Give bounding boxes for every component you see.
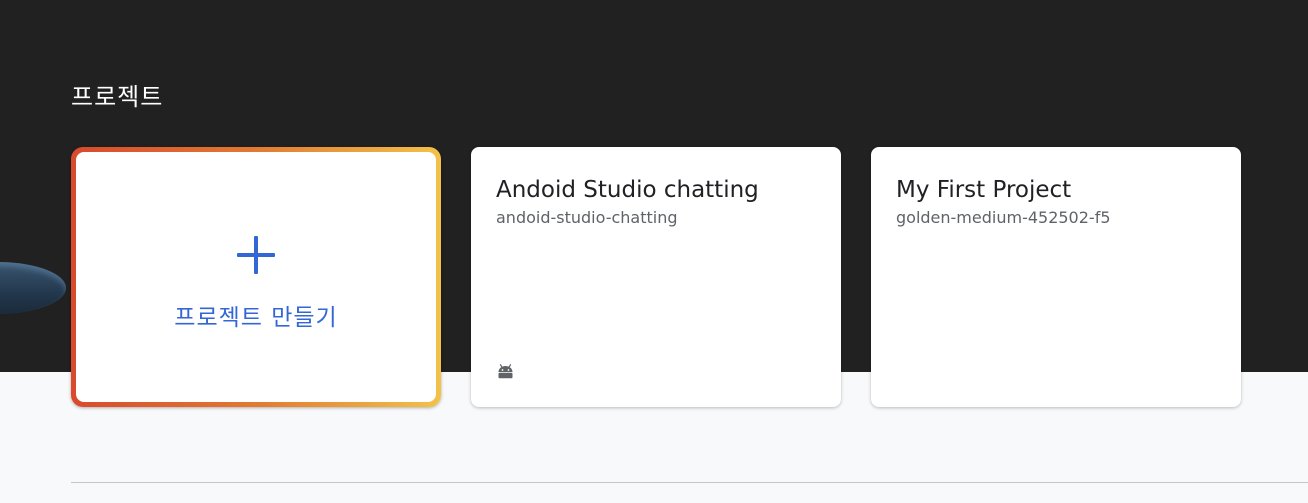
project-name: My First Project — [896, 177, 1072, 203]
section-title: 프로젝트 — [71, 83, 164, 111]
project-card-my-first-project[interactable]: My First Project golden-medium-452502-f5 — [871, 147, 1241, 407]
project-card-andoid-studio-chatting[interactable]: Andoid Studio chatting andoid-studio-cha… — [471, 147, 841, 407]
plus-icon — [237, 236, 275, 274]
create-project-label: 프로젝트 만들기 — [174, 305, 338, 331]
section-divider — [71, 482, 1308, 483]
project-name: Andoid Studio chatting — [496, 177, 759, 203]
android-icon — [498, 364, 513, 379]
create-project-card-inner: 프로젝트 만들기 — [76, 152, 436, 402]
create-project-card[interactable]: 프로젝트 만들기 — [71, 147, 441, 407]
project-id: golden-medium-452502-f5 — [896, 208, 1111, 227]
projects-page: 프로젝트 프로젝트 만들기 Andoid Studio chatting and… — [0, 0, 1308, 503]
project-id: andoid-studio-chatting — [496, 208, 678, 227]
